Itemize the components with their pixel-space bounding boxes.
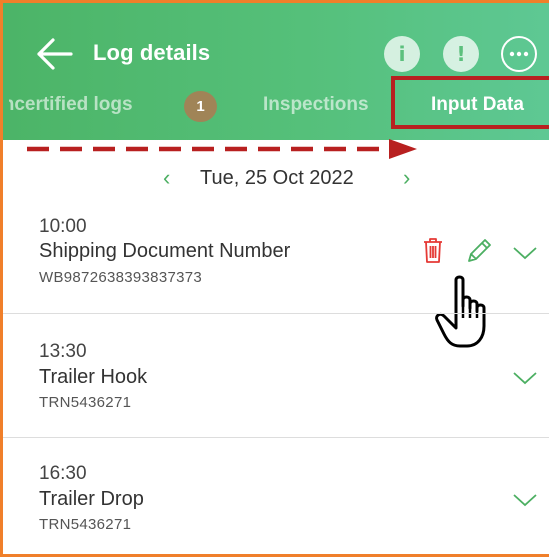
entry-time: 10:00 <box>39 216 87 237</box>
entry-title: Shipping Document Number <box>39 240 291 262</box>
entry-value: TRN5436271 <box>39 516 132 533</box>
scroll-direction-arrow-annotation <box>27 139 417 159</box>
chevron-down-icon[interactable] <box>512 370 538 386</box>
app-header: Log details i ! Uncertified logs 1 Inspe… <box>3 3 549 140</box>
current-date-label: Tue, 25 Oct 2022 <box>200 167 354 189</box>
info-icon[interactable]: i <box>384 36 420 72</box>
app-frame: Log details i ! Uncertified logs 1 Inspe… <box>0 0 549 557</box>
tab-inspections[interactable]: Inspections <box>263 94 369 116</box>
tab-uncertified-logs[interactable]: Uncertified logs <box>9 94 133 116</box>
page-title: Log details <box>93 40 211 65</box>
previous-day-chevron-icon[interactable]: ‹ <box>163 165 170 191</box>
more-options-icon[interactable] <box>501 36 537 72</box>
log-entry-row[interactable]: 13:30 Trailer Hook TRN5436271 <box>3 314 549 437</box>
log-entry-row[interactable]: 10:00 Shipping Document Number WB9872638… <box>3 208 549 348</box>
chevron-down-icon[interactable] <box>512 492 538 508</box>
chevron-down-icon[interactable] <box>512 245 538 261</box>
log-entry-row[interactable]: 16:30 Trailer Drop TRN5436271 <box>3 438 549 554</box>
uncertified-count-badge: 1 <box>184 91 217 122</box>
tab-uncertified-label: Uncertified logs <box>0 94 133 115</box>
entry-value: WB9872638393837373 <box>39 269 203 286</box>
back-arrow-icon[interactable] <box>36 36 74 72</box>
date-navigator: ‹ Tue, 25 Oct 2022 › <box>3 161 549 195</box>
alert-icon[interactable]: ! <box>443 36 479 72</box>
entry-title: Trailer Hook <box>39 366 148 388</box>
edit-icon[interactable] <box>466 237 492 264</box>
entry-title: Trailer Drop <box>39 488 144 510</box>
ellipsis-icon <box>509 51 529 57</box>
entry-value: TRN5436271 <box>39 394 132 411</box>
entry-time: 13:30 <box>39 341 87 362</box>
delete-icon[interactable] <box>422 237 444 264</box>
entry-time: 16:30 <box>39 463 87 484</box>
tab-highlight-annotation <box>391 76 549 129</box>
next-day-chevron-icon[interactable]: › <box>403 165 410 191</box>
